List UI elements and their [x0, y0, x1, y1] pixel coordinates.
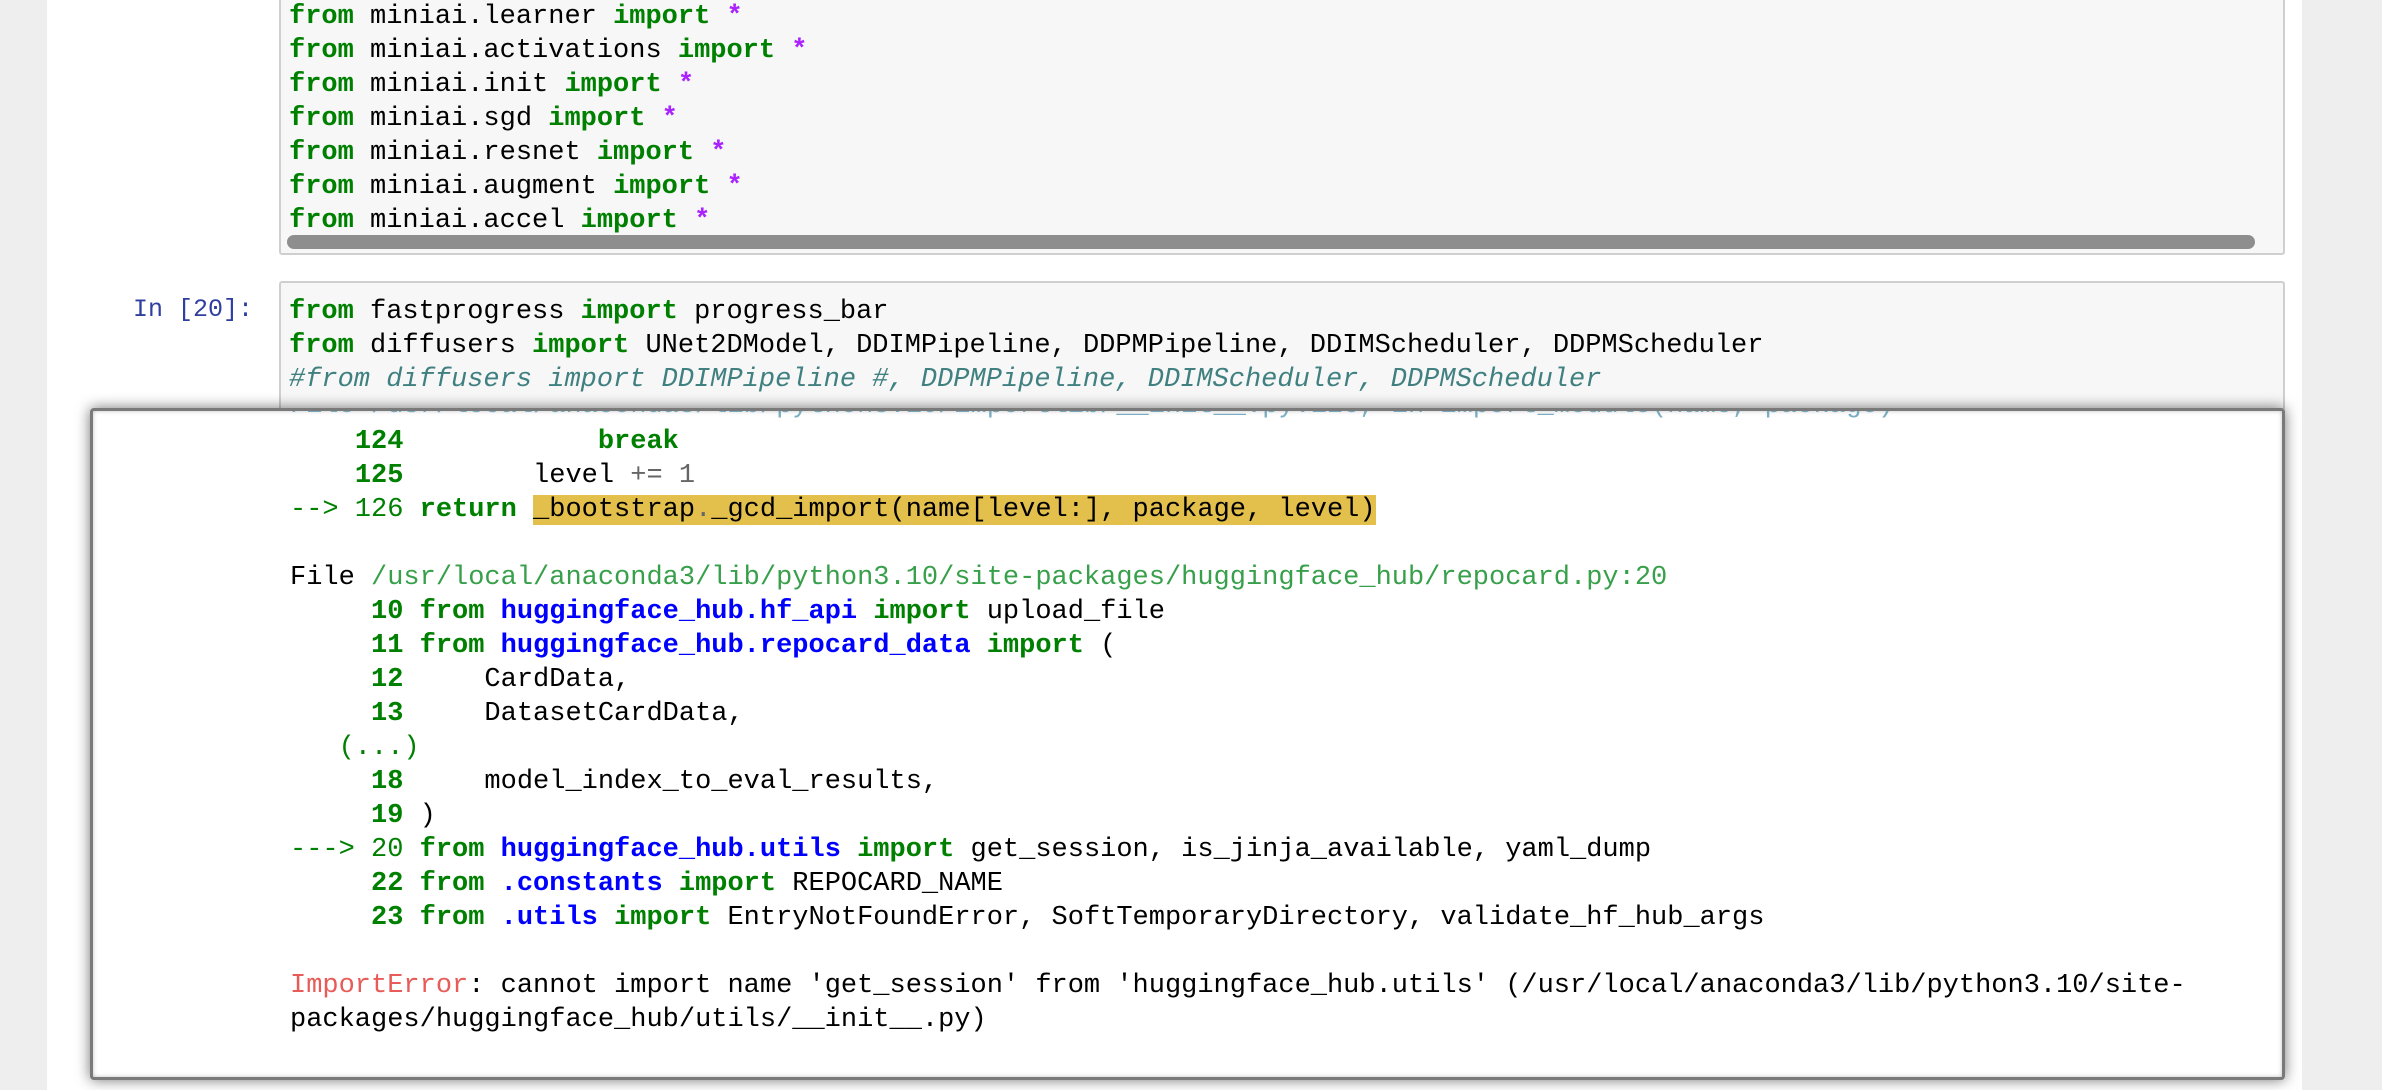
code-line-activations: from miniai.activations import *	[289, 36, 808, 66]
traceback-line-23: 23 from .utils import EntryNotFoundError…	[371, 903, 1765, 933]
code-cell-imports[interactable]: from miniai.learner import * from miniai…	[279, 0, 2285, 255]
traceback-line-13: 13 DatasetCardData,	[371, 699, 744, 729]
traceback-ellipsis: (...)	[338, 733, 420, 763]
error-message: ImportError: cannot import name 'get_ses…	[290, 971, 2186, 1001]
code-line-resnet: from miniai.resnet import *	[289, 138, 727, 168]
traceback-file-header: File /usr/local/anaconda3/lib/python3.10…	[290, 563, 1668, 593]
traceback-line-20: ---> 20 from huggingface_hub.utils impor…	[290, 835, 1652, 865]
traceback-line-10: 10 from huggingface_hub.hf_api import up…	[371, 597, 1165, 627]
code-line-fastprogress: from fastprogress import progress_bar	[289, 297, 889, 327]
cell-prompt: In [20]:	[133, 295, 254, 324]
error-type: ImportError	[290, 971, 469, 1001]
code-line-augment: from miniai.augment import *	[289, 172, 743, 202]
traceback-line-12: 12 CardData,	[371, 665, 631, 695]
traceback-output[interactable]: File /usr/local/anaconda3/lib/python3.10…	[90, 408, 2285, 1080]
file-path-link[interactable]: /usr/local/anaconda3/lib/python3.10/site…	[371, 563, 1667, 593]
code-line-learner: from miniai.learner import *	[289, 2, 743, 32]
error-message-continued: packages/huggingface_hub/utils/__init__.…	[290, 1005, 987, 1035]
code-cell-diffusers[interactable]: from fastprogress import progress_bar fr…	[279, 281, 2285, 411]
traceback-line-126: --> 126 return _bootstrap._gcd_import(na…	[290, 495, 1376, 525]
traceback-line-125: 125 level += 1	[354, 461, 696, 491]
traceback-line-124: 124 break	[354, 427, 679, 457]
traceback-line-22: 22 from .constants import REPOCARD_NAME	[371, 869, 1003, 899]
traceback-line-19: 19 )	[371, 801, 436, 831]
code-line-init: from miniai.init import *	[289, 70, 695, 100]
traceback-line-18: 18 model_index_to_eval_results,	[371, 767, 939, 797]
code-line-comment: #from diffusers import DDIMPipeline #, D…	[289, 365, 1602, 395]
code-line-sgd: from miniai.sgd import *	[289, 104, 678, 134]
code-line-diffusers: from diffusers import UNet2DModel, DDIMP…	[289, 331, 1764, 361]
traceback-partial-line: File /usr/local/anaconda3/lib/python3.10…	[290, 411, 1894, 423]
horizontal-scrollbar[interactable]	[287, 235, 2255, 249]
traceback-line-11: 11 from huggingface_hub.repocard_data im…	[371, 631, 1117, 661]
code-line-accel: from miniai.accel import *	[289, 206, 711, 236]
